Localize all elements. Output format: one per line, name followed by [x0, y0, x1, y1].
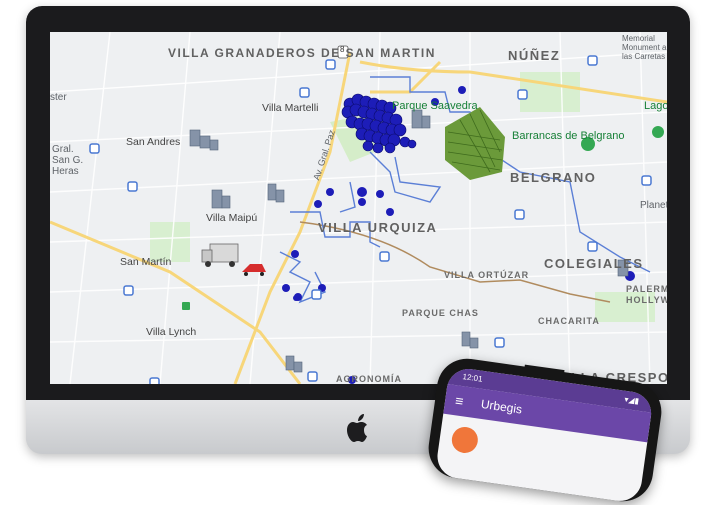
label-san-martin: San Martín — [120, 256, 172, 268]
building-icon[interactable] — [285, 355, 303, 373]
truck-icon[interactable] — [201, 243, 239, 267]
label-parque-saavedra: Parque Saavedra — [392, 100, 478, 112]
building-icon[interactable] — [189, 129, 219, 151]
avatar[interactable] — [450, 425, 480, 455]
label-palermo-hollywood: PALERMO HOLLYWOOD — [626, 284, 667, 305]
label-monument: Memorial Monument a las Carretas — [622, 34, 667, 61]
label-san-andres: San Andres — [126, 136, 181, 148]
map-canvas[interactable] — [50, 32, 667, 384]
building-icon[interactable] — [461, 331, 479, 349]
park-area — [520, 72, 580, 112]
label-colegiales: COLEGIALES — [544, 256, 644, 271]
menu-icon[interactable]: ≡ — [454, 392, 464, 409]
label-villa-maipu: Villa Maipú — [206, 212, 258, 224]
label-villa-martelli: Villa Martelli — [262, 102, 319, 114]
route-shield-number: 8 — [340, 45, 345, 54]
label-lago: Lago — [644, 100, 667, 112]
label-partial: ster — [50, 92, 67, 103]
building-icon[interactable] — [211, 189, 231, 209]
label-barrancas: Barrancas de Belgrano — [512, 130, 625, 142]
stacked-blocks[interactable] — [445, 107, 505, 180]
building-icon[interactable] — [411, 109, 431, 129]
label-villa-lynch: Villa Lynch — [146, 326, 197, 338]
monitor-bezel: VILLA GRANADEROS DE SAN MARTIN NÚÑEZ BEL… — [26, 6, 690, 400]
app-title: Urbegis — [480, 396, 523, 417]
label-villa-urquiza: VILLA URQUIZA — [318, 220, 438, 235]
phone-screen[interactable]: 12:01 ▾◢▮ ≡ Urbegis — [434, 366, 654, 504]
label-planetarium: Planet — [640, 200, 667, 211]
label-villa-granaderos: VILLA GRANADEROS DE SAN MARTIN — [168, 46, 436, 60]
label-parque-chas: PARQUE CHAS — [402, 308, 479, 318]
label-gral-heras: Gral. San G. Heras — [52, 144, 84, 177]
building-icon[interactable] — [267, 183, 285, 203]
label-chacarita: CHACARITA — [538, 316, 600, 326]
apple-logo-icon — [347, 414, 367, 442]
car-icon[interactable] — [242, 264, 266, 276]
battery-icon: ▾◢▮ — [623, 394, 640, 406]
label-villa-ortuzar: VILLA ORTÚZAR — [444, 270, 530, 280]
label-agronomia: AGRONOMÍA — [336, 374, 402, 384]
label-nunez: NÚÑEZ — [508, 48, 561, 63]
label-belgrano: BELGRANO — [510, 170, 597, 185]
map-screen[interactable]: VILLA GRANADEROS DE SAN MARTIN NÚÑEZ BEL… — [50, 32, 667, 384]
